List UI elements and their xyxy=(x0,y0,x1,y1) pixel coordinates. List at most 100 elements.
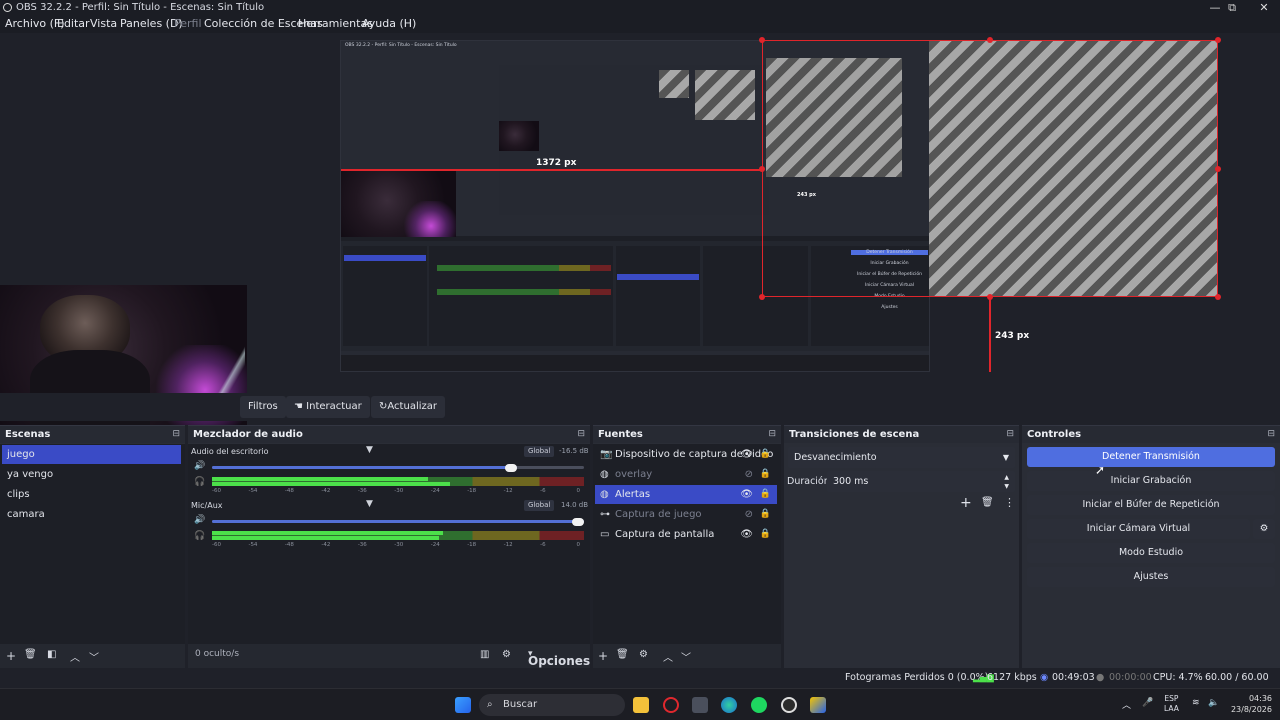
duration-spinbox[interactable]: 300 ms ▲ ▼ xyxy=(827,471,1015,492)
menu-ayuda[interactable]: Ayuda (H) xyxy=(362,15,416,33)
add-icon[interactable]: + xyxy=(598,649,608,663)
resize-handle-b[interactable] xyxy=(987,294,993,300)
opera-icon[interactable] xyxy=(663,697,679,713)
source-item[interactable]: ▭ Captura de pantalla 👁 🔒 xyxy=(595,525,777,544)
scene-item-clips[interactable]: clips xyxy=(2,485,181,504)
speaker-icon[interactable]: 🔊 xyxy=(194,515,205,525)
menu-perfil[interactable]: Perfil xyxy=(174,15,202,33)
microphone-icon[interactable]: 🎤 xyxy=(1142,698,1153,708)
resize-handle-bl[interactable] xyxy=(759,294,765,300)
eye-icon[interactable]: 👁 xyxy=(740,485,753,504)
close-button[interactable]: ✕ xyxy=(1249,0,1279,15)
dropped-frames: Fotogramas Perdidos 0 (0.0%) xyxy=(845,672,989,683)
menu-editar[interactable]: Editar xyxy=(57,15,90,33)
channel-menu-icon[interactable]: ▼ xyxy=(366,445,373,455)
scene-item-juego[interactable]: juego xyxy=(2,445,181,464)
refresh-button[interactable]: ↻Actualizar xyxy=(371,396,445,418)
selection-bounding-box[interactable] xyxy=(762,40,1218,297)
start-replay-buffer-button[interactable]: Iniciar el Búfer de Repetición xyxy=(1027,495,1275,515)
trash-icon[interactable]: 🗑 xyxy=(616,649,629,660)
start-virtual-camera-button[interactable]: Iniciar Cámara Virtual xyxy=(1027,519,1250,539)
float-icon[interactable]: ⊟ xyxy=(768,426,776,443)
eye-off-icon[interactable]: ⊘ xyxy=(745,465,753,484)
volume-icon[interactable]: 🔈 xyxy=(1208,698,1219,708)
trash-icon[interactable]: 🗑 xyxy=(981,497,994,508)
gear-link-icon[interactable]: ⚙ xyxy=(502,649,511,660)
resize-handle-r[interactable] xyxy=(1215,166,1221,172)
spin-arrows-icon[interactable]: ▲ ▼ xyxy=(1004,473,1009,491)
app-icon[interactable] xyxy=(810,697,826,713)
eye-icon[interactable]: 👁 xyxy=(740,445,753,464)
eye-off-icon[interactable]: ⊘ xyxy=(745,505,753,524)
float-icon[interactable]: ⊟ xyxy=(1006,426,1014,443)
resize-handle-br[interactable] xyxy=(1215,294,1221,300)
source-item[interactable]: ◍ Alertas 👁 🔒 xyxy=(595,485,777,504)
refresh-label: Actualizar xyxy=(387,401,437,412)
chevron-up-icon[interactable]: ︿ xyxy=(663,649,673,664)
headphones-icon[interactable]: 🎧 xyxy=(194,477,205,487)
taskbar-clock[interactable]: 04:36 23/8/2026 xyxy=(1231,693,1272,715)
obs-taskbar-icon[interactable] xyxy=(781,697,797,713)
virtual-camera-settings-button[interactable]: ⚙ xyxy=(1253,519,1275,539)
search-placeholder: Buscar xyxy=(503,699,538,710)
lock-icon[interactable]: 🔒 xyxy=(760,505,771,524)
lock-icon[interactable]: 🔒 xyxy=(760,525,771,544)
lock-icon[interactable]: 🔒 xyxy=(760,465,771,484)
scene-item-ya-vengo[interactable]: ya vengo xyxy=(2,465,181,484)
columns-icon[interactable]: ▥ xyxy=(480,649,489,660)
volume-knob-desktop[interactable] xyxy=(505,464,518,472)
filters-button[interactable]: Filtros xyxy=(240,396,286,418)
more-vertical-icon[interactable]: ⋮ xyxy=(1004,496,1015,509)
chevron-down-icon[interactable]: ﹀ xyxy=(681,649,691,664)
interact-button[interactable]: ☚ Interactuar xyxy=(286,396,370,418)
wifi-icon[interactable]: ≋ xyxy=(1192,698,1200,708)
float-icon[interactable]: ⊟ xyxy=(1267,426,1275,443)
taskbar-search[interactable]: ⌕ Buscar xyxy=(479,694,625,716)
gear-icon[interactable]: ⚙ xyxy=(639,649,648,660)
chevron-down-icon[interactable]: ﹀ xyxy=(89,649,99,664)
float-icon[interactable]: ⊟ xyxy=(577,426,585,443)
lock-icon[interactable]: 🔒 xyxy=(760,445,771,464)
file-explorer-icon[interactable] xyxy=(633,697,649,713)
source-item[interactable]: ⊶ Captura de juego ⊘ 🔒 xyxy=(595,505,777,524)
trash-icon[interactable]: 🗑 xyxy=(24,649,37,660)
mixer-options-button[interactable]: Opciones ▾ xyxy=(528,649,590,668)
menu-bar: Archivo (F) Editar Vista Paneles (D) Per… xyxy=(0,15,1280,33)
float-icon[interactable]: ⊟ xyxy=(172,426,180,443)
source-item[interactable]: ◍ overlay ⊘ 🔒 xyxy=(595,465,777,484)
settings-button[interactable]: Ajustes xyxy=(1027,567,1275,587)
stop-stream-button[interactable]: Detener Transmisión xyxy=(1027,447,1275,467)
channel-menu-icon[interactable]: ▼ xyxy=(366,499,373,509)
resize-handle-tl[interactable] xyxy=(759,37,765,43)
store-icon[interactable] xyxy=(692,697,708,713)
windows-start-icon[interactable] xyxy=(455,697,471,713)
resize-handle-tr[interactable] xyxy=(1215,37,1221,43)
resize-handle-l[interactable] xyxy=(759,166,765,172)
studio-mode-button[interactable]: Modo Estudio xyxy=(1027,543,1275,563)
transition-select[interactable]: Desvanecimiento ▼ xyxy=(788,447,1015,468)
spotify-icon[interactable] xyxy=(751,697,767,713)
tray-chevron-up-icon[interactable]: ︿ xyxy=(1122,698,1131,711)
headphones-icon[interactable]: 🎧 xyxy=(194,531,205,541)
edge-icon[interactable] xyxy=(721,697,737,713)
language-indicator[interactable]: ESP LAA xyxy=(1164,694,1179,714)
menu-vista[interactable]: Vista xyxy=(90,15,117,33)
speaker-icon[interactable]: 🔊 xyxy=(194,461,205,471)
start-recording-button[interactable]: Iniciar Grabación xyxy=(1027,471,1275,491)
channel-badge-desktop[interactable]: Global xyxy=(524,446,555,457)
add-icon[interactable]: + xyxy=(960,495,972,511)
channel-badge-mic[interactable]: Global xyxy=(524,500,555,511)
chevron-up-icon[interactable]: ︿ xyxy=(70,649,80,664)
maximize-button[interactable]: ⧉ xyxy=(1217,0,1247,15)
monitor-icon: ▭ xyxy=(600,529,610,540)
menu-archivo[interactable]: Archivo (F) xyxy=(5,15,65,33)
resize-handle-t[interactable] xyxy=(987,37,993,43)
lock-icon[interactable]: 🔒 xyxy=(760,485,771,504)
add-icon[interactable]: + xyxy=(6,649,16,663)
filter-icon[interactable]: ◧ xyxy=(47,649,56,660)
eye-icon[interactable]: 👁 xyxy=(740,525,753,544)
mixer-body: Audio del escritorio ▼ Global -16.5 dB 🔊… xyxy=(188,444,590,644)
source-item[interactable]: 📷 Dispositivo de captura de video 👁 🔒 xyxy=(595,445,777,464)
scene-item-camara[interactable]: camara xyxy=(2,505,181,524)
volume-knob-mic[interactable] xyxy=(572,518,584,526)
